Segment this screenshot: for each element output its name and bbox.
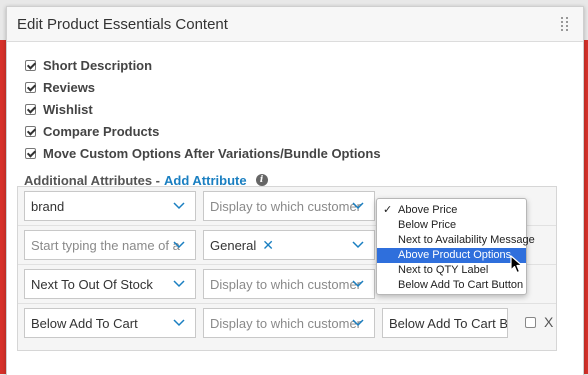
option-label: Reviews xyxy=(43,79,96,95)
attribute-select[interactable]: brand xyxy=(24,191,196,221)
checkbox[interactable] xyxy=(25,103,36,115)
dropdown-option[interactable]: Next to Availability Message xyxy=(377,233,535,248)
attribute-row: Below Add To Cart Display to which custo… xyxy=(18,304,556,342)
checkbox[interactable] xyxy=(25,147,36,159)
checkbox[interactable] xyxy=(25,59,36,71)
option-reviews[interactable]: Reviews xyxy=(25,76,583,98)
drag-handle-icon[interactable] xyxy=(561,17,569,31)
options-list: Short Description Reviews Wishlist Compa… xyxy=(7,42,583,164)
panel-header: Edit Product Essentials Content xyxy=(7,7,583,42)
panel-title: Edit Product Essentials Content xyxy=(17,15,228,33)
chevron-down-icon xyxy=(163,231,195,259)
chevron-down-icon xyxy=(163,270,195,298)
chevron-down-icon xyxy=(342,231,374,259)
option-short-description[interactable]: Short Description xyxy=(25,54,583,76)
dropdown-option[interactable]: ✓ Above Price xyxy=(377,203,526,218)
option-wishlist[interactable]: Wishlist xyxy=(25,98,583,120)
attribute-select[interactable]: Below Add To Cart xyxy=(24,308,196,338)
checkbox[interactable] xyxy=(25,81,36,93)
option-label: Short Description xyxy=(43,57,153,73)
option-move-custom-options[interactable]: Move Custom Options After Variations/Bun… xyxy=(25,142,583,164)
option-compare-products[interactable]: Compare Products xyxy=(25,120,583,142)
delete-row-button[interactable]: X xyxy=(544,314,553,330)
chevron-down-icon xyxy=(342,309,374,337)
checkmark-icon: ✓ xyxy=(383,204,393,216)
group-tag: General ✕ xyxy=(210,236,274,254)
dropdown-option[interactable]: Next to QTY Label xyxy=(377,263,526,278)
option-label: Wishlist xyxy=(43,101,93,117)
customer-group-select[interactable]: Display to which customer xyxy=(203,191,375,221)
checkbox[interactable] xyxy=(25,125,36,137)
chevron-down-icon xyxy=(163,192,195,220)
attribute-search-input[interactable]: Start typing the name of a xyxy=(24,230,196,260)
position-dropdown[interactable]: ✓ Above Price Below Price Next to Availa… xyxy=(376,198,535,295)
customer-group-select[interactable]: General ✕ xyxy=(203,230,375,260)
position-select[interactable]: Below Add To Cart Bu xyxy=(382,308,508,338)
chevron-down-icon xyxy=(163,309,195,337)
dropdown-option-highlighted[interactable]: Above Product Options xyxy=(377,248,526,263)
dropdown-option[interactable]: Below Add To Cart Button xyxy=(377,278,526,293)
chevron-down-icon xyxy=(342,270,374,298)
customer-group-select[interactable]: Display to which customer xyxy=(203,269,375,299)
customer-group-select[interactable]: Display to which customer xyxy=(203,308,375,338)
attribute-select[interactable]: Next To Out Of Stock xyxy=(24,269,196,299)
additional-attributes-heading: Additional Attributes - Add Attribute i xyxy=(7,164,583,188)
dropdown-option[interactable]: Below Price xyxy=(377,218,526,233)
chevron-down-icon xyxy=(342,192,374,220)
info-icon[interactable]: i xyxy=(255,174,268,186)
mouse-cursor-icon xyxy=(510,255,523,274)
row-checkbox[interactable] xyxy=(525,317,536,328)
option-label: Move Custom Options After Variations/Bun… xyxy=(43,145,381,161)
remove-tag-icon[interactable]: ✕ xyxy=(262,237,274,254)
option-label: Compare Products xyxy=(43,123,160,139)
